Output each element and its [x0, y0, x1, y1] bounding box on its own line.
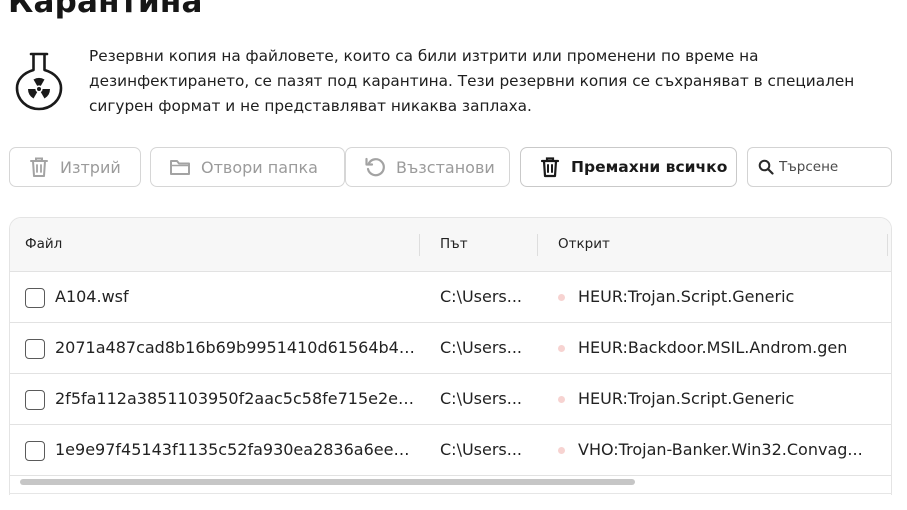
threat-indicator [558, 345, 565, 352]
column-header-file[interactable]: Файл [25, 218, 62, 272]
file-path: C:\Users... [440, 338, 523, 357]
search-input[interactable] [779, 159, 884, 175]
threat-name: HEUR:Trojan.Script.Generic [578, 389, 795, 408]
search-box[interactable] [747, 147, 892, 187]
threat-name: VHO:Trojan-Banker.Win32.Convag... [578, 440, 863, 459]
threat-name: HEUR:Trojan.Script.Generic [578, 287, 795, 306]
column-header-detected[interactable]: Открит [558, 218, 610, 272]
row-checkbox[interactable] [25, 288, 45, 308]
column-divider[interactable] [419, 234, 420, 256]
search-icon [758, 159, 774, 175]
open-folder-button-label: Отвори папка [201, 157, 318, 177]
page-title: Карантина [8, 0, 203, 20]
restore-icon [365, 157, 385, 177]
file-path: C:\Users... [440, 440, 523, 459]
column-divider[interactable] [887, 234, 888, 256]
row-checkbox[interactable] [25, 441, 45, 461]
horizontal-scrollbar[interactable] [20, 479, 635, 485]
threat-indicator [558, 396, 565, 403]
file-path: C:\Users... [440, 287, 523, 306]
file-name: 1e9e97f45143f1135c52fa930ea2836a6eed80..… [55, 440, 415, 459]
quarantine-description: Резервни копия на файловете, които са би… [89, 47, 855, 115]
file-name: 2f5fa112a3851103950f2aac5c58fe715e2e552.… [55, 389, 415, 408]
quarantine-table: Файл Път Открит A104.wsf C:\Users... HEU… [9, 217, 892, 495]
row-checkbox[interactable] [25, 390, 45, 410]
threat-indicator [558, 447, 565, 454]
table-row[interactable]: 1e9e97f45143f1135c52fa930ea2836a6eed80..… [10, 425, 891, 476]
restore-button-label: Възстанови [396, 157, 495, 177]
table-header: Файл Път Открит [10, 218, 891, 272]
file-name: A104.wsf [55, 287, 129, 306]
folder-icon [170, 160, 190, 175]
threat-name: HEUR:Backdoor.MSIL.Androm.gen [578, 338, 848, 357]
file-path: C:\Users... [440, 389, 523, 408]
delete-button-label: Изтрий [60, 157, 121, 177]
table-row[interactable]: 2f5fa112a3851103950f2aac5c58fe715e2e552.… [10, 374, 891, 425]
file-name: 2071a487cad8b16b69b9951410d61564b4cfc... [55, 338, 415, 357]
open-folder-button[interactable]: Отвори папка [150, 147, 345, 187]
column-divider[interactable] [537, 234, 538, 256]
remove-all-button[interactable]: Премахни всичко [520, 147, 737, 187]
table-row[interactable]: 2071a487cad8b16b69b9951410d61564b4cfc...… [10, 323, 891, 374]
row-checkbox[interactable] [25, 339, 45, 359]
remove-all-button-label: Премахни всичко [571, 158, 728, 176]
divider [9, 493, 892, 494]
table-row[interactable]: A104.wsf C:\Users... HEUR:Trojan.Script.… [10, 272, 891, 323]
trash-icon [540, 157, 560, 178]
flask-radiation-icon [15, 52, 63, 111]
trash-icon [30, 157, 48, 177]
column-header-path[interactable]: Път [440, 218, 468, 272]
delete-button[interactable]: Изтрий [9, 147, 141, 187]
restore-button[interactable]: Възстанови [345, 147, 510, 187]
threat-indicator [558, 294, 565, 301]
